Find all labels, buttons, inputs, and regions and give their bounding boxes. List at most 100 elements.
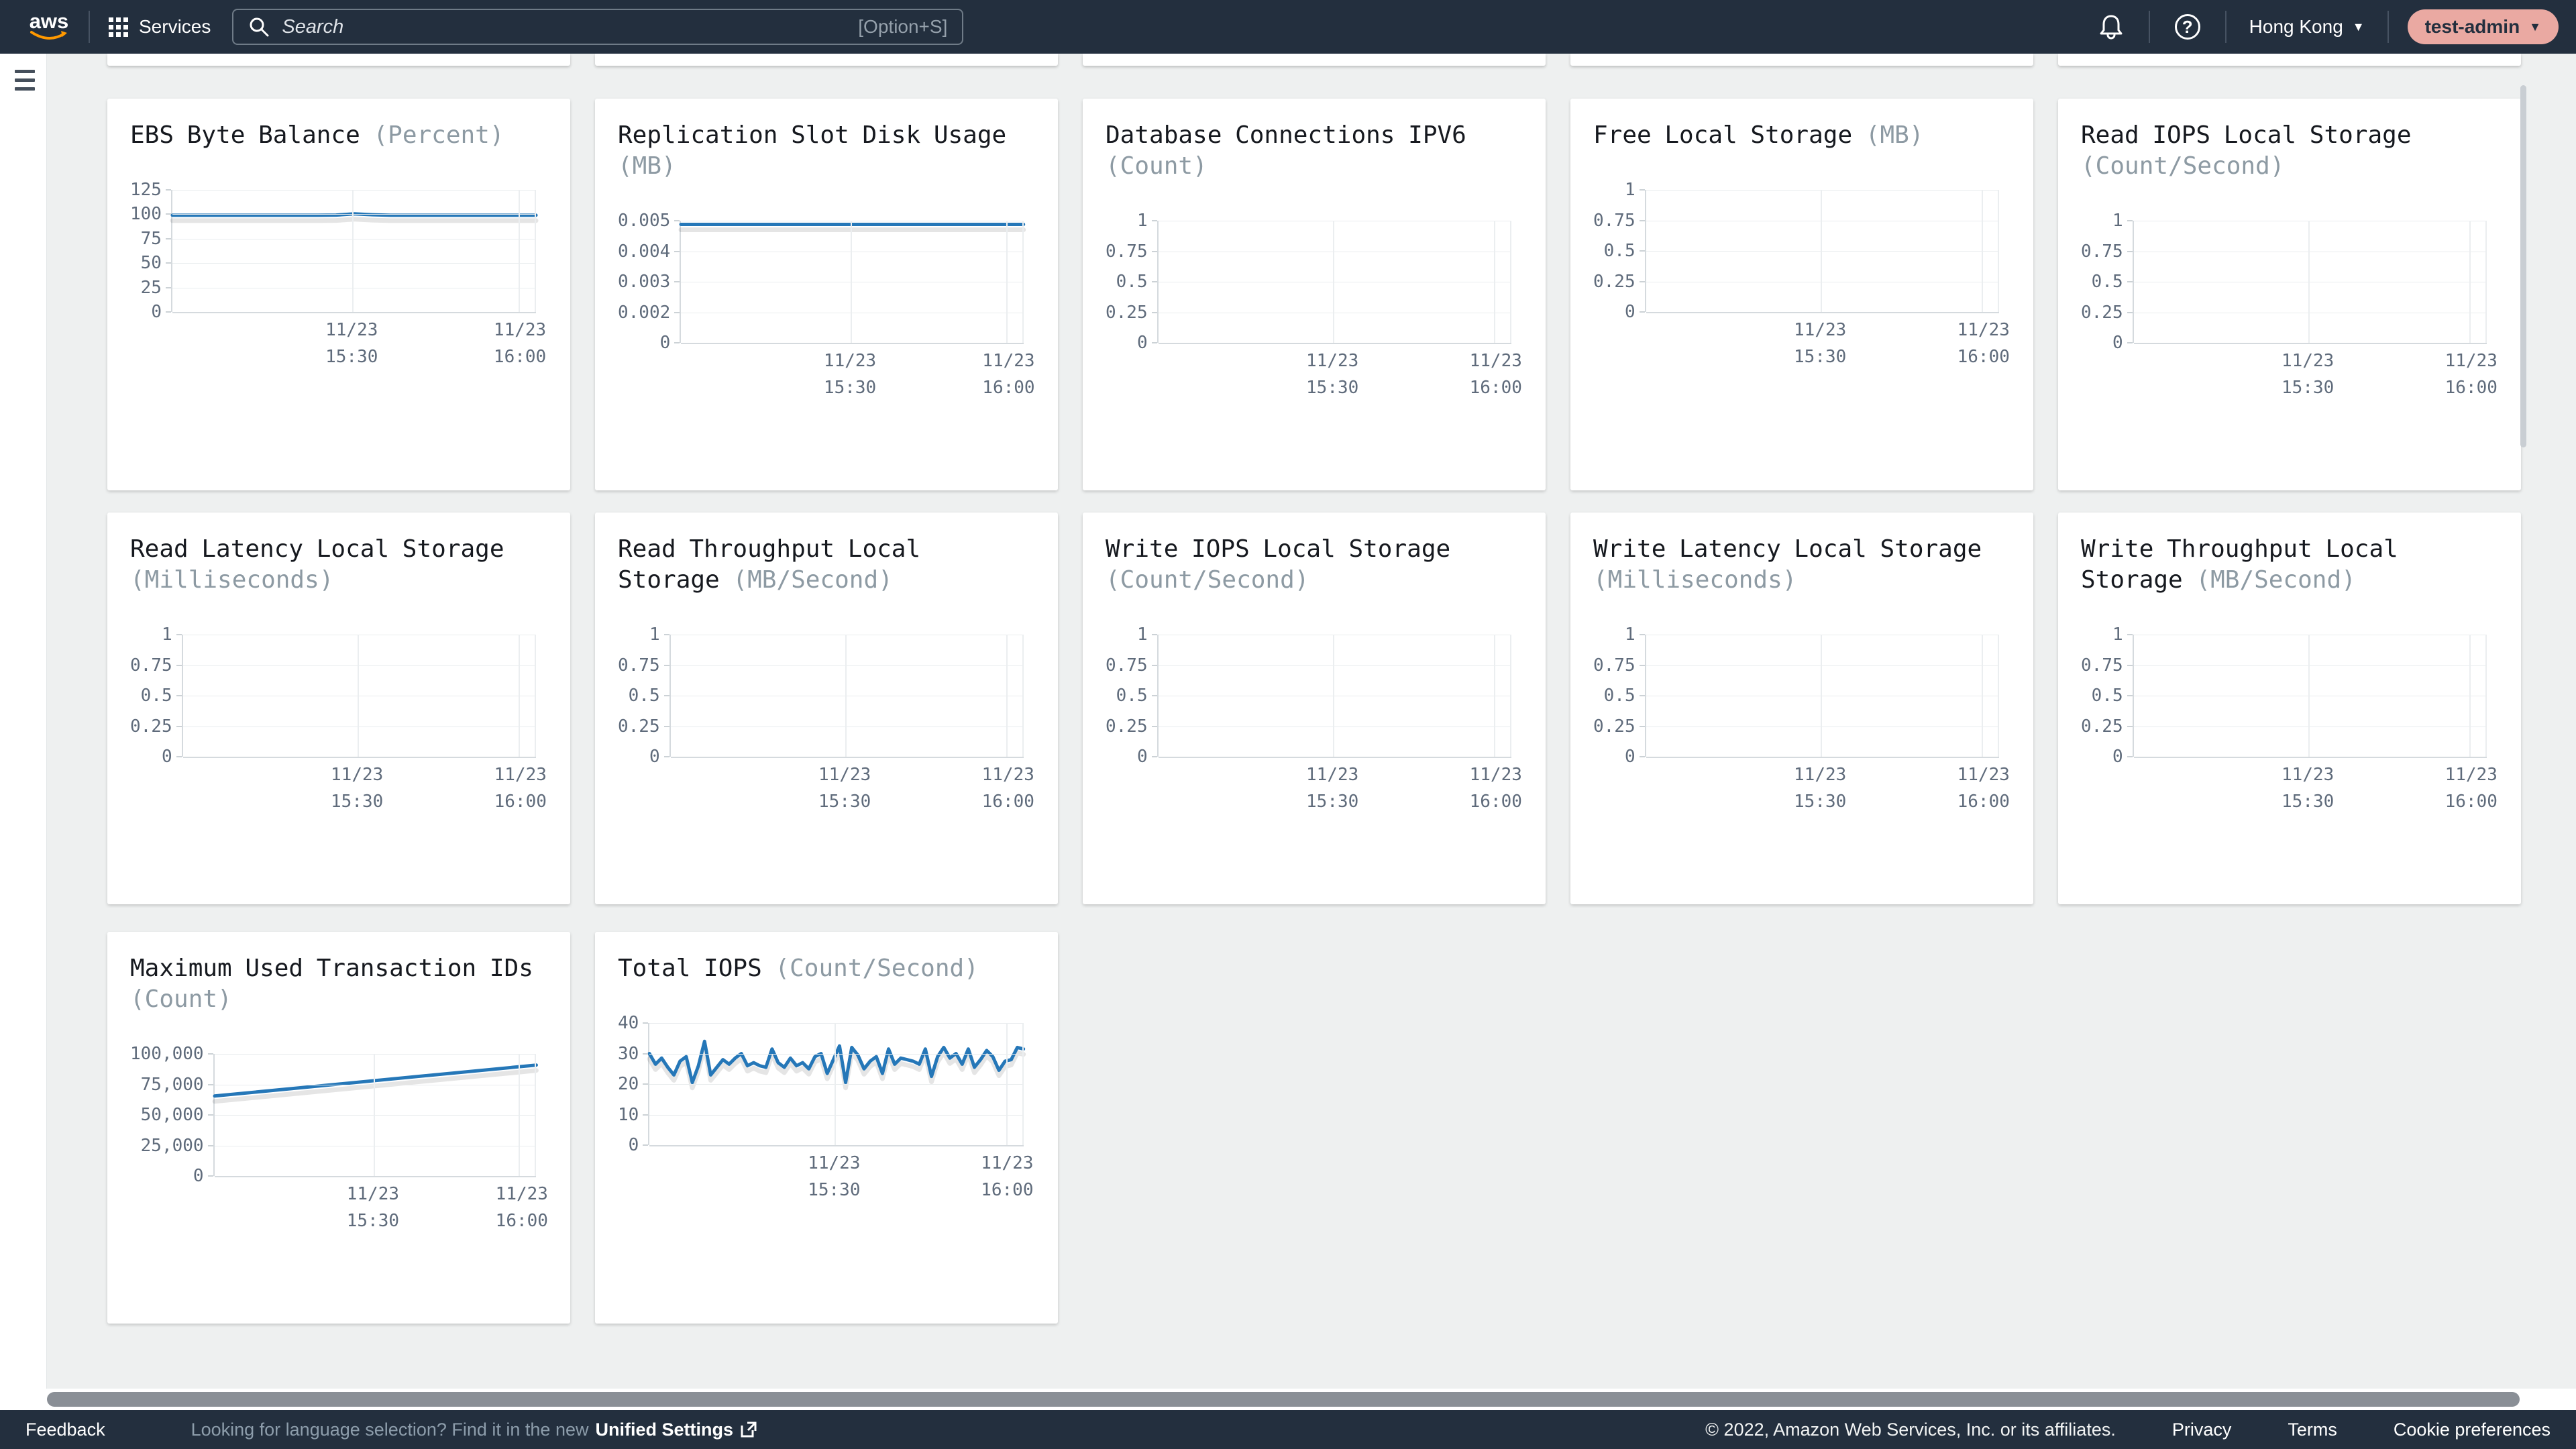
y-tick-label: 0.75 bbox=[1593, 211, 1635, 230]
plot-area bbox=[669, 635, 1024, 757]
metric-chart[interactable]: 10.750.50.250 11/2315:3011/2316:00 bbox=[618, 635, 1035, 826]
y-tick-label: 1 bbox=[2112, 625, 2123, 644]
gridline-vertical bbox=[835, 1023, 836, 1145]
x-tick-label: 11/2316:00 bbox=[1957, 766, 2010, 810]
plot-area bbox=[213, 1054, 536, 1176]
services-grid-icon bbox=[109, 17, 128, 37]
dashboard-main: EBS Byte Balance (Percent) 1251007550250… bbox=[0, 54, 2576, 1389]
metric-title-text: Maximum Used Transaction IDs bbox=[130, 955, 533, 982]
y-axis-tick bbox=[664, 756, 669, 757]
metric-chart[interactable]: 10.750.50.250 11/2315:3011/2316:00 bbox=[1593, 190, 2010, 382]
x-axis-labels: 11/2315:3011/2316:00 bbox=[680, 352, 1024, 413]
y-tick-label: 0.002 bbox=[618, 303, 670, 322]
metric-card: Write IOPS Local Storage (Count/Second) … bbox=[1083, 513, 1546, 904]
gridline-horizontal bbox=[671, 757, 1024, 758]
y-tick-label: 0 bbox=[1137, 747, 1148, 766]
user-menu[interactable]: test-admin ▼ bbox=[2408, 9, 2559, 44]
cookie-preferences-link[interactable]: Cookie preferences bbox=[2394, 1419, 2551, 1440]
metric-unit-text: (Milliseconds) bbox=[130, 566, 333, 594]
y-axis-labels: 10.750.50.250 bbox=[1593, 180, 1645, 321]
y-axis-tick bbox=[1152, 634, 1157, 635]
x-tick-label: 11/2316:00 bbox=[1957, 321, 2010, 366]
chevron-down-icon: ▼ bbox=[2529, 20, 2541, 34]
y-tick-label: 0.5 bbox=[1116, 686, 1148, 705]
x-axis-labels: 11/2315:3011/2316:00 bbox=[1645, 766, 1999, 826]
search-box[interactable]: [Option+S] bbox=[232, 9, 963, 45]
y-axis-tick bbox=[176, 634, 182, 635]
metric-chart[interactable]: 1251007550250 11/2315:3011/2316:00 bbox=[130, 190, 547, 382]
y-tick-label: 0.25 bbox=[1593, 717, 1635, 736]
y-axis-tick bbox=[2127, 726, 2133, 727]
gridline-horizontal bbox=[1646, 312, 1999, 313]
help-button[interactable]: ? bbox=[2169, 8, 2206, 46]
y-tick-label: 1 bbox=[1625, 180, 1635, 199]
y-axis-tick bbox=[1152, 342, 1157, 343]
metric-chart[interactable]: 10.750.50.250 11/2315:3011/2316:00 bbox=[2081, 635, 2498, 826]
gridline-horizontal bbox=[172, 214, 536, 215]
topbar-divider bbox=[2225, 11, 2226, 43]
metric-unit-text: (Count) bbox=[1106, 152, 1208, 180]
y-tick-label: 50,000 bbox=[141, 1106, 204, 1124]
terms-link[interactable]: Terms bbox=[2288, 1419, 2337, 1440]
horizontal-scrollbar-thumb[interactable] bbox=[47, 1392, 2520, 1407]
vertical-scrollbar-thumb[interactable] bbox=[2520, 85, 2526, 447]
y-axis-tick bbox=[208, 1145, 213, 1146]
search-input[interactable] bbox=[282, 16, 858, 38]
gridline-horizontal bbox=[1646, 190, 1999, 191]
x-axis-labels: 11/2315:3011/2316:00 bbox=[171, 321, 536, 382]
y-tick-label: 0.005 bbox=[618, 211, 670, 230]
plot-area bbox=[2133, 221, 2487, 343]
gridline-vertical bbox=[1998, 190, 1999, 312]
metric-chart[interactable]: 10.750.50.250 11/2315:3011/2316:00 bbox=[1106, 221, 1523, 413]
metric-chart[interactable]: 10.750.50.250 11/2315:3011/2316:00 bbox=[130, 635, 547, 826]
privacy-link[interactable]: Privacy bbox=[2172, 1419, 2232, 1440]
y-axis-labels: 10.750.50.250 bbox=[1106, 211, 1157, 352]
line-series bbox=[215, 1065, 536, 1096]
region-selector[interactable]: Hong Kong ▼ bbox=[2245, 16, 2369, 38]
gridline-vertical bbox=[1998, 635, 1999, 757]
y-axis-tick bbox=[176, 756, 182, 757]
y-axis-tick bbox=[664, 634, 669, 635]
gridline-vertical bbox=[1494, 635, 1495, 757]
services-menu-button[interactable]: Services bbox=[109, 16, 211, 38]
x-axis-labels: 11/2315:3011/2316:00 bbox=[2133, 352, 2487, 413]
y-axis-labels: 10.750.50.250 bbox=[2081, 211, 2133, 352]
aws-logo[interactable]: aws bbox=[28, 13, 70, 41]
metric-chart[interactable]: 100,00075,00050,00025,0000 11/2315:3011/… bbox=[130, 1054, 547, 1246]
y-axis-tick bbox=[166, 287, 171, 288]
aws-logo-text: aws bbox=[30, 13, 69, 30]
menu-hamburger-button[interactable] bbox=[15, 70, 36, 96]
x-tick-label: 11/2316:00 bbox=[496, 1185, 548, 1230]
y-axis-tick bbox=[1640, 250, 1645, 252]
metric-chart[interactable]: 0.0050.0040.0030.0020 11/2315:3011/2316:… bbox=[618, 221, 1035, 413]
y-axis-tick bbox=[1640, 281, 1645, 282]
notifications-bell-button[interactable] bbox=[2092, 8, 2130, 46]
metric-card: Write Latency Local Storage (Millisecond… bbox=[1570, 513, 2033, 904]
gridline-vertical bbox=[1333, 635, 1334, 757]
topbar-divider bbox=[2149, 11, 2150, 43]
horizontal-scrollbar-track[interactable] bbox=[0, 1389, 2576, 1410]
y-axis-tick bbox=[1152, 695, 1157, 696]
feedback-link[interactable]: Feedback bbox=[25, 1419, 105, 1440]
gridline-horizontal bbox=[183, 757, 536, 758]
y-tick-label: 0.75 bbox=[618, 656, 660, 675]
gridline-horizontal bbox=[172, 263, 536, 264]
gridline-horizontal bbox=[1646, 757, 1999, 758]
metric-chart[interactable]: 403020100 11/2315:3011/2316:00 bbox=[618, 1023, 1035, 1215]
y-tick-label: 10 bbox=[618, 1106, 639, 1124]
metric-chart[interactable]: 10.750.50.250 11/2315:3011/2316:00 bbox=[1106, 635, 1523, 826]
metric-chart[interactable]: 10.750.50.250 11/2315:3011/2316:00 bbox=[1593, 635, 2010, 826]
metric-title: Database Connections IPV6 (Count) bbox=[1106, 120, 1523, 182]
gridline-vertical bbox=[1022, 635, 1024, 757]
metric-card-row: EBS Byte Balance (Percent) 1251007550250… bbox=[107, 99, 2521, 490]
gridline-vertical bbox=[2485, 635, 2487, 757]
metric-chart[interactable]: 10.750.50.250 11/2315:3011/2316:00 bbox=[2081, 221, 2498, 413]
unified-settings-link[interactable]: Unified Settings bbox=[595, 1419, 757, 1440]
metric-unit-text: (MB) bbox=[618, 152, 676, 180]
topbar-right: ? Hong Kong ▼ test-admin ▼ bbox=[2092, 8, 2559, 46]
metric-card: Total IOPS (Count/Second) 403020100 11/2… bbox=[595, 932, 1058, 1324]
x-tick-label: 11/2315:30 bbox=[824, 352, 876, 396]
metric-card: EBS Byte Balance (Percent) 1251007550250… bbox=[107, 99, 570, 490]
metric-unit-text: (MB/Second) bbox=[733, 566, 892, 594]
gridline-vertical bbox=[845, 635, 847, 757]
